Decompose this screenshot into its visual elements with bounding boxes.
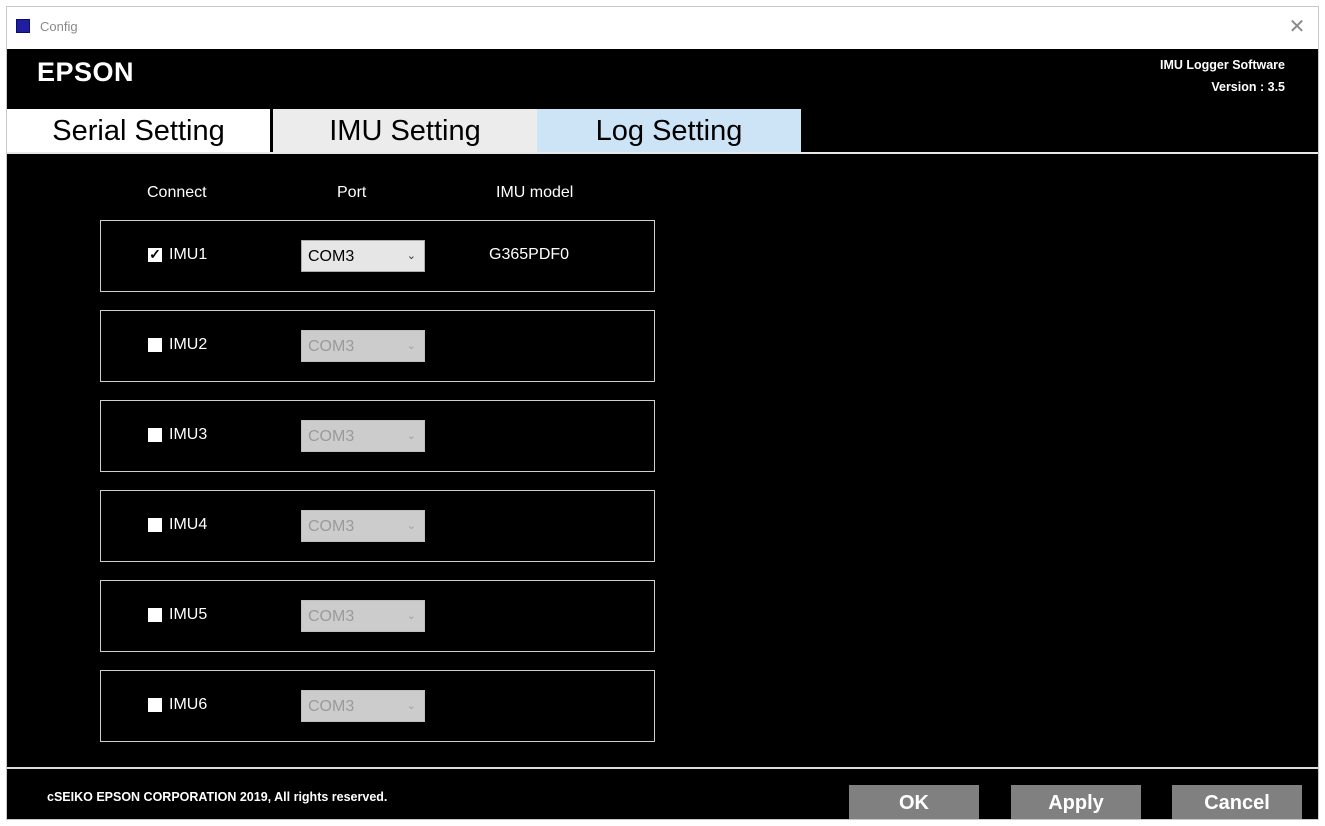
app-icon	[16, 19, 30, 33]
close-icon[interactable]: ✕	[1282, 13, 1312, 41]
imu-row-4: IMU4 COM3 ⌄	[100, 490, 655, 562]
imu6-port-value: COM3	[308, 698, 355, 715]
copyright-text: cSEIKO EPSON CORPORATION 2019, All right…	[47, 790, 388, 804]
chevron-down-icon: ⌄	[406, 340, 416, 352]
imu1-port-value: COM3	[308, 248, 355, 265]
imu4-port-value: COM3	[308, 518, 355, 535]
imu6-connect-checkbox[interactable]	[148, 698, 162, 712]
imu4-label: IMU4	[169, 516, 208, 533]
imu-row-6: IMU6 COM3 ⌄	[100, 670, 655, 742]
column-header-connect: Connect	[147, 184, 207, 201]
app-version: Version : 3.5	[1211, 80, 1285, 94]
imu4-connect-checkbox[interactable]	[148, 518, 162, 532]
imu2-connect-checkbox[interactable]	[148, 338, 162, 352]
imu-row-3: IMU3 COM3 ⌄	[100, 400, 655, 472]
footer-bar: cSEIKO EPSON CORPORATION 2019, All right…	[7, 767, 1318, 819]
tab-serial-setting[interactable]: Serial Setting	[7, 109, 270, 153]
serial-setting-panel: Connect Port IMU model ✓ IMU1 COM3 ⌄ G36…	[7, 155, 1318, 767]
app-name: IMU Logger Software	[1159, 58, 1285, 72]
imu4-port-select[interactable]: COM3 ⌄	[301, 510, 425, 542]
tab-divider	[7, 152, 1318, 154]
title-bar: Config ✕	[7, 7, 1318, 49]
imu2-port-value: COM3	[308, 338, 355, 355]
imu3-connect-checkbox[interactable]	[148, 428, 162, 442]
imu2-port-select[interactable]: COM3 ⌄	[301, 330, 425, 362]
chevron-down-icon: ⌄	[406, 520, 416, 532]
cancel-button[interactable]: Cancel	[1172, 785, 1302, 819]
imu6-label: IMU6	[169, 696, 208, 713]
chevron-down-icon: ⌄	[406, 610, 416, 622]
column-header-imu-model: IMU model	[496, 184, 574, 201]
imu-row-5: IMU5 COM3 ⌄	[100, 580, 655, 652]
apply-button[interactable]: Apply	[1011, 785, 1141, 819]
imu5-label: IMU5	[169, 606, 208, 623]
ok-button[interactable]: OK	[849, 785, 979, 819]
imu6-port-select[interactable]: COM3 ⌄	[301, 690, 425, 722]
imu1-model: G365PDF0	[489, 246, 570, 263]
imu3-port-value: COM3	[308, 428, 355, 445]
imu-row-1: ✓ IMU1 COM3 ⌄ G365PDF0	[100, 220, 655, 292]
chevron-down-icon: ⌄	[406, 700, 416, 712]
epson-logo: EPSON	[37, 57, 135, 87]
chevron-down-icon: ⌄	[406, 430, 416, 442]
tab-log-setting[interactable]: Log Setting	[537, 109, 801, 153]
imu3-label: IMU3	[169, 426, 208, 443]
imu-row-2: IMU2 COM3 ⌄	[100, 310, 655, 382]
imu3-port-select[interactable]: COM3 ⌄	[301, 420, 425, 452]
check-icon: ✓	[149, 246, 161, 262]
imu1-connect-checkbox[interactable]: ✓	[148, 246, 162, 262]
imu1-label: IMU1	[169, 246, 208, 263]
imu5-port-select[interactable]: COM3 ⌄	[301, 600, 425, 632]
chevron-down-icon: ⌄	[406, 250, 416, 262]
imu1-port-select[interactable]: COM3 ⌄	[301, 240, 425, 272]
config-window: Config ✕ EPSON IMU Logger Software Versi…	[6, 6, 1319, 820]
imu5-connect-checkbox[interactable]	[148, 608, 162, 622]
window-title: Config	[40, 19, 78, 34]
imu5-port-value: COM3	[308, 608, 355, 625]
imu2-label: IMU2	[169, 336, 208, 353]
tab-imu-setting[interactable]: IMU Setting	[273, 109, 537, 153]
column-header-port: Port	[337, 184, 367, 201]
